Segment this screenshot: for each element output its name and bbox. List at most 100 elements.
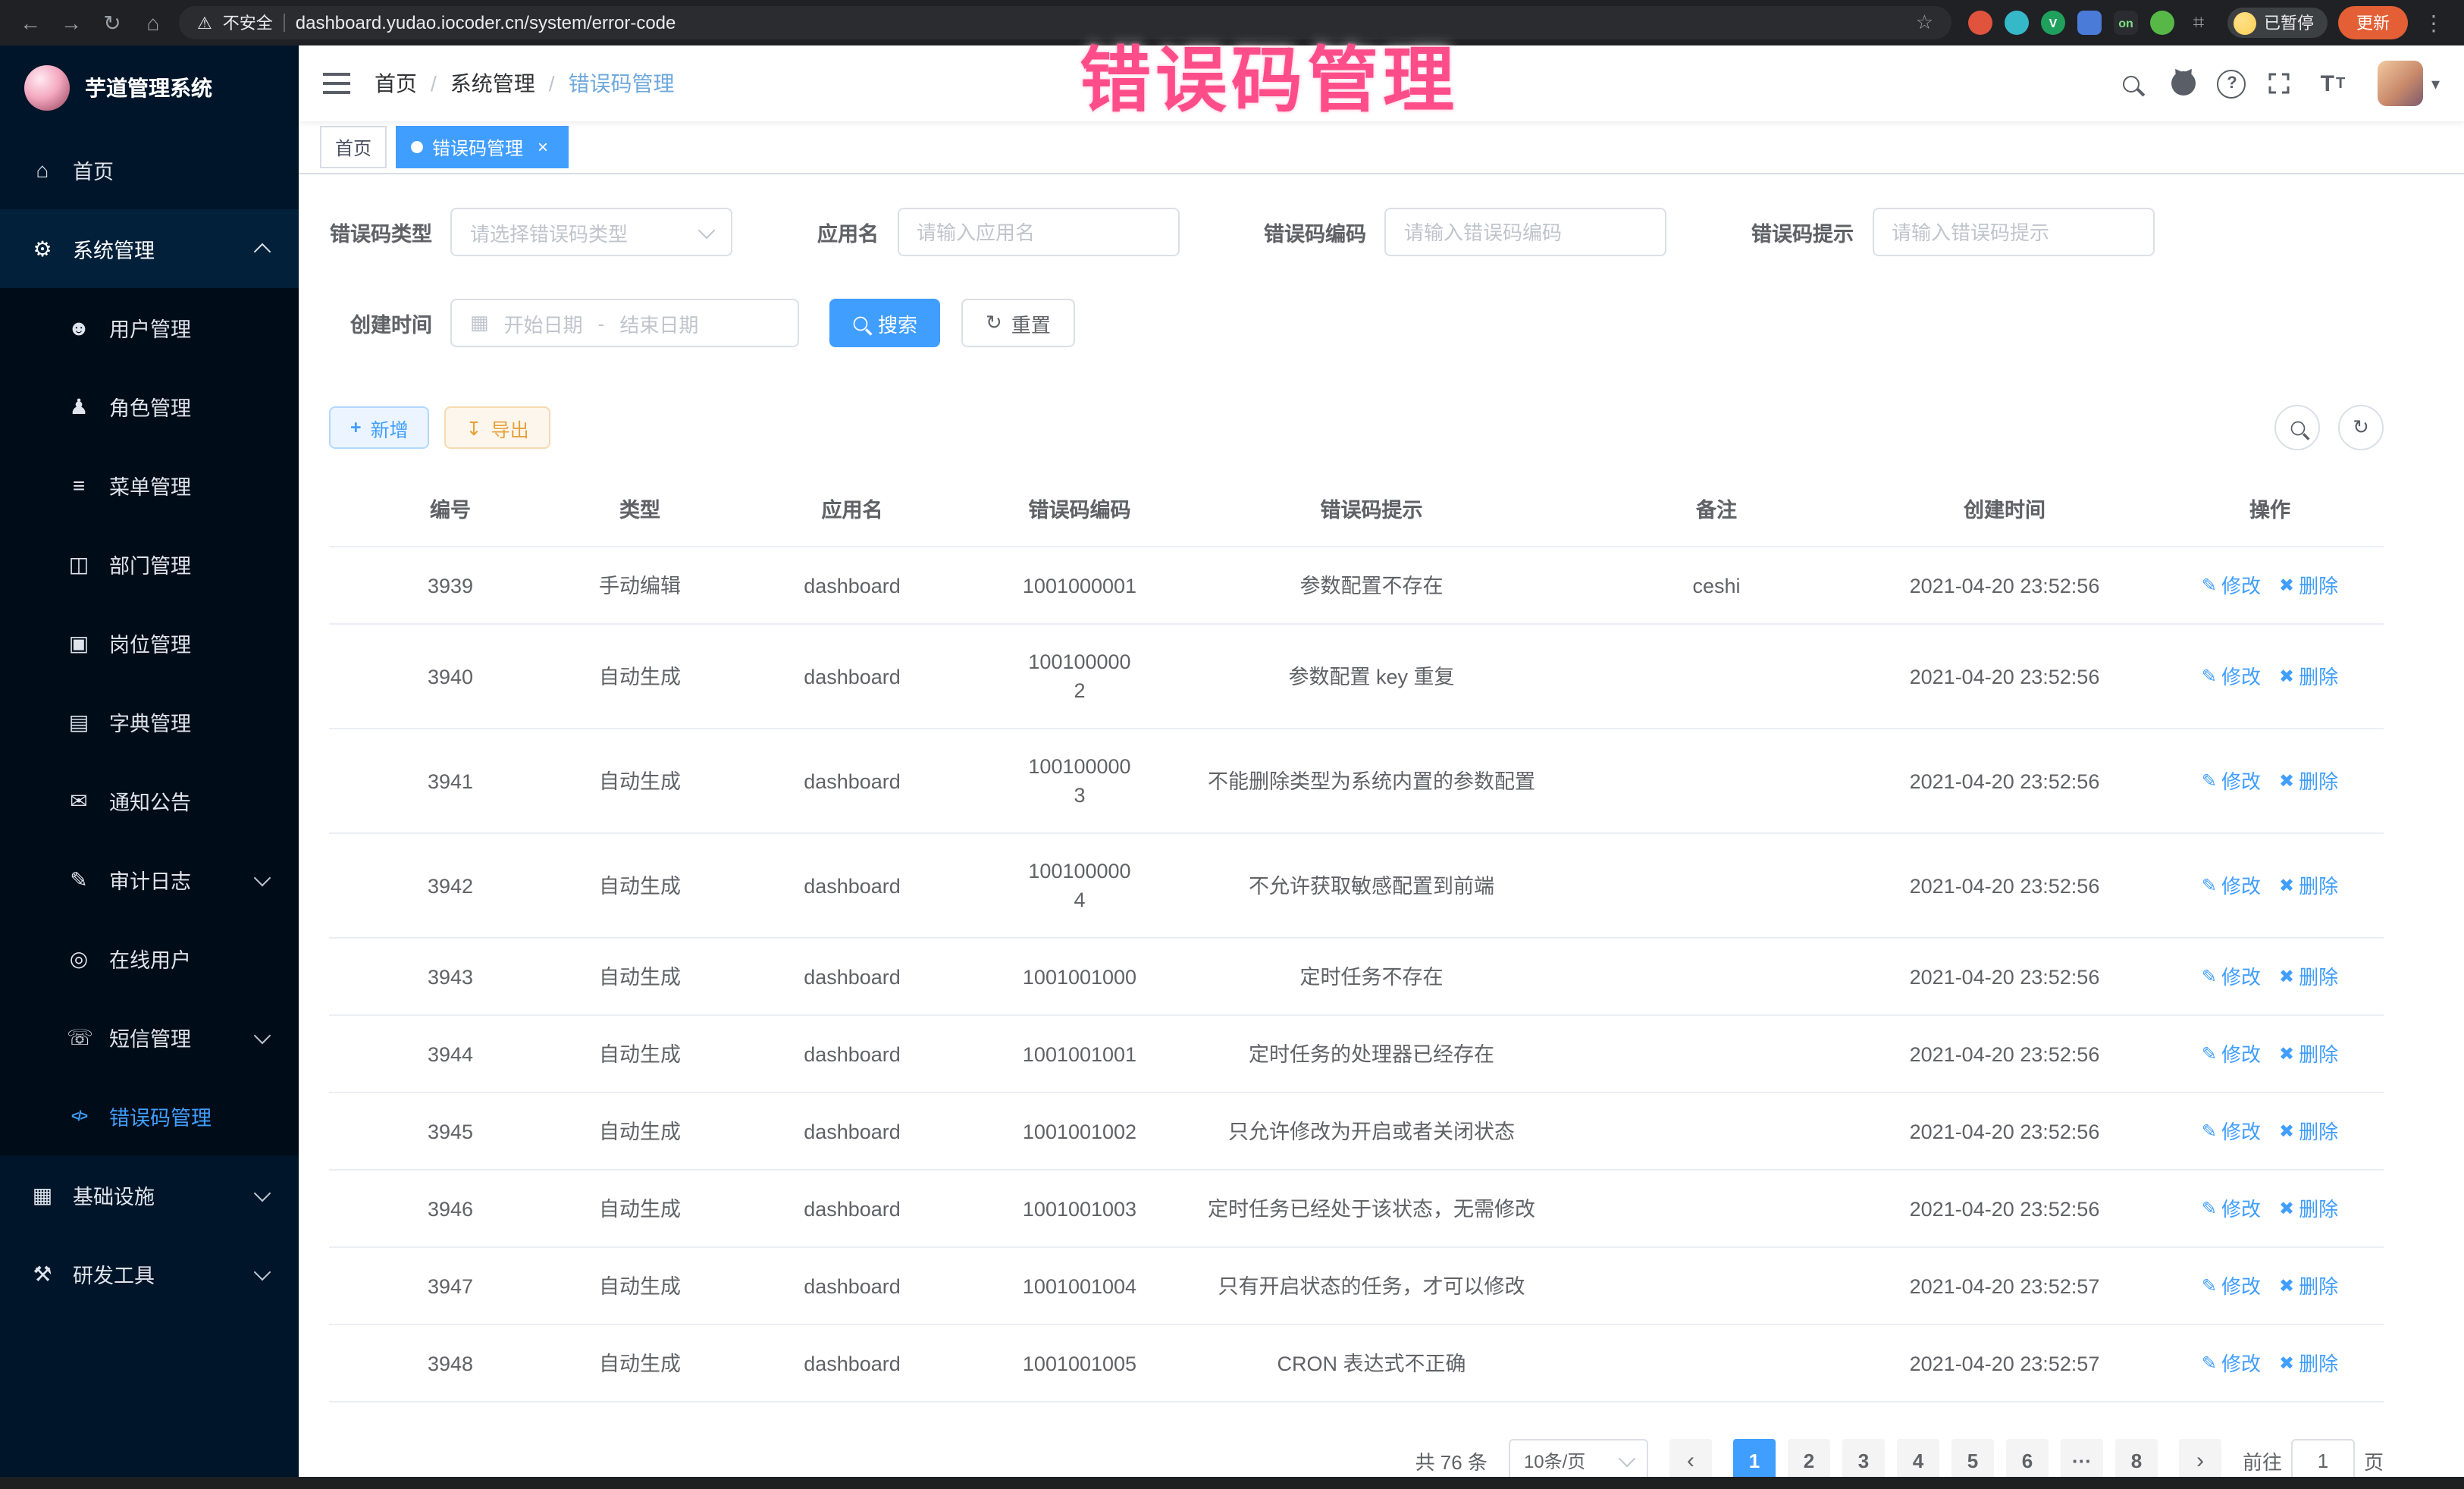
forward-icon[interactable]: → [56,11,86,35]
sidebar-item-dev-tools[interactable]: ⚒研发工具 [0,1234,299,1313]
cell-type: 手动编辑 [572,548,708,622]
navbar-tools: ? TT ▾ [2111,61,2440,106]
edit-link[interactable]: ✎修改 [2202,767,2261,796]
sidebar-item-infrastructure[interactable]: ▦基础设施 [0,1155,299,1234]
delete-link[interactable]: ✖删除 [2279,767,2338,796]
edit-link[interactable]: ✎修改 [2202,1195,2261,1224]
help-icon[interactable]: ? [2218,69,2246,98]
show-search-button[interactable] [2274,405,2320,450]
extension-check-icon[interactable]: V [2041,11,2065,35]
goto-page-input[interactable] [2291,1439,2355,1481]
add-button[interactable]: + 新增 [329,406,430,449]
menu-list-icon: ≡ [67,473,91,497]
sidebar-item-post[interactable]: ▣岗位管理 [0,603,299,682]
page-size-select[interactable]: 10条/页 [1509,1439,1648,1481]
address-bar[interactable]: ⚠ 不安全 dashboard.yudao.iocoder.cn/system/… [179,6,1951,39]
breadcrumb-item[interactable]: 系统管理 [450,68,535,99]
delete-link[interactable]: ✖删除 [2279,1272,2338,1301]
page-ellipsis[interactable]: ··· [2061,1439,2103,1481]
profile-chip[interactable]: 已暂停 [2227,8,2328,38]
delete-link[interactable]: ✖删除 [2279,663,2338,691]
error-code-input[interactable] [1384,208,1666,256]
extension-grid-icon[interactable] [2077,11,2102,35]
page-button-1[interactable]: 1 [1733,1439,1776,1481]
close-icon[interactable]: × [532,136,553,158]
sidebar-item-error-code[interactable]: </>错误码管理 [0,1077,299,1155]
edit-link[interactable]: ✎修改 [2202,1350,2261,1378]
delete-link[interactable]: ✖删除 [2279,1040,2338,1069]
sidebar-item-sms[interactable]: ☏短信管理 [0,998,299,1077]
sidebar-item-label: 错误码管理 [109,1101,212,1131]
table-header-row: 编号类型应用名错误码编码错误码提示备注创建时间操作 [329,475,2384,547]
fullscreen-icon[interactable] [2260,64,2299,103]
next-page-button[interactable]: › [2179,1439,2221,1481]
sidebar-item-role[interactable]: ♟角色管理 [0,367,299,446]
cell-app: dashboard [708,1094,996,1168]
table-tools: ↻ [2274,405,2384,450]
delete-link[interactable]: ✖删除 [2279,963,2338,992]
browser-home-icon[interactable]: ⌂ [138,11,168,35]
back-icon[interactable]: ← [15,11,45,35]
page-button-3[interactable]: 3 [1842,1439,1885,1481]
sidebar-item-user[interactable]: ☻用户管理 [0,288,299,367]
error-type-select[interactable]: 请选择错误码类型 [450,208,732,256]
update-button[interactable]: 更新 [2338,6,2408,39]
delete-link[interactable]: ✖删除 [2279,872,2338,901]
page-button-2[interactable]: 2 [1788,1439,1830,1481]
edit-link[interactable]: ✎修改 [2202,1040,2261,1069]
refresh-button[interactable]: ↻ [2338,405,2384,450]
delete-link[interactable]: ✖删除 [2279,1195,2338,1224]
delete-link[interactable]: ✖删除 [2279,572,2338,600]
create-time-range[interactable]: ▦ 开始日期 - 结束日期 [450,299,799,347]
cell-remark: ceshi [1580,548,1853,622]
edit-link[interactable]: ✎修改 [2202,1118,2261,1146]
user-avatar[interactable]: ▾ [2378,61,2440,106]
prev-page-button[interactable]: ‹ [1669,1439,1712,1481]
browser-menu-icon[interactable]: ⋮ [2419,10,2449,36]
sidebar-item-home[interactable]: ⌂首页 [0,130,299,209]
app-name-input[interactable] [897,208,1179,256]
page-button-8[interactable]: 8 [2115,1439,2158,1481]
reload-icon[interactable]: ↻ [97,10,127,36]
tab-错误码管理[interactable]: 错误码管理× [396,126,569,168]
sidebar-item-menu-list[interactable]: ≡菜单管理 [0,446,299,525]
bookmark-star-icon[interactable]: ☆ [1916,11,1933,35]
search-icon[interactable] [2111,64,2151,103]
sidebar-item-online-users[interactable]: ◎在线用户 [0,919,299,998]
search-button[interactable]: 搜索 [829,299,940,347]
url-text: dashboard.yudao.iocoder.cn/system/error-… [296,12,1905,33]
page-button-4[interactable]: 4 [1897,1439,1939,1481]
app-logo[interactable]: 芋道管理系统 [0,45,299,130]
extension-leaf-icon[interactable] [2150,11,2174,35]
page-button-5[interactable]: 5 [1951,1439,1994,1481]
edit-link[interactable]: ✎修改 [2202,663,2261,691]
cell-remark [1580,1263,1853,1309]
breadcrumb-item[interactable]: 错误码管理 [569,68,675,99]
breadcrumb-item[interactable]: 首页 [375,68,417,99]
sidebar-item-department[interactable]: ◫部门管理 [0,525,299,603]
export-button[interactable]: ↧ 导出 [445,406,550,449]
extension-toggle-on-icon[interactable]: on [2114,11,2138,35]
sidebar-item-notice[interactable]: ✉通知公告 [0,761,299,840]
font-size-icon[interactable]: TT [2313,64,2353,103]
delete-link[interactable]: ✖删除 [2279,1350,2338,1378]
edit-link[interactable]: ✎修改 [2202,1272,2261,1301]
extension-pin-icon[interactable] [2005,11,2029,35]
extensions-puzzle-icon[interactable]: ⌗ [2187,11,2211,35]
github-icon[interactable] [2165,64,2204,103]
sidebar-item-dictionary[interactable]: ▤字典管理 [0,682,299,761]
tab-首页[interactable]: 首页 [320,126,387,168]
error-hint-input[interactable] [1872,208,2154,256]
edit-icon: ✎ [2202,872,2217,901]
edit-link[interactable]: ✎修改 [2202,872,2261,901]
edit-link[interactable]: ✎修改 [2202,572,2261,600]
reset-button[interactable]: ↻ 重置 [961,299,1075,347]
delete-link[interactable]: ✖删除 [2279,1118,2338,1146]
hamburger-icon[interactable] [323,73,350,94]
edit-link[interactable]: ✎修改 [2202,963,2261,992]
profile-chip-label: 已暂停 [2264,11,2314,35]
page-button-6[interactable]: 6 [2006,1439,2049,1481]
sidebar-item-audit-log[interactable]: ✎审计日志 [0,840,299,919]
extension-record-icon[interactable] [1968,11,1992,35]
sidebar-item-gear[interactable]: ⚙系统管理 [0,209,299,288]
